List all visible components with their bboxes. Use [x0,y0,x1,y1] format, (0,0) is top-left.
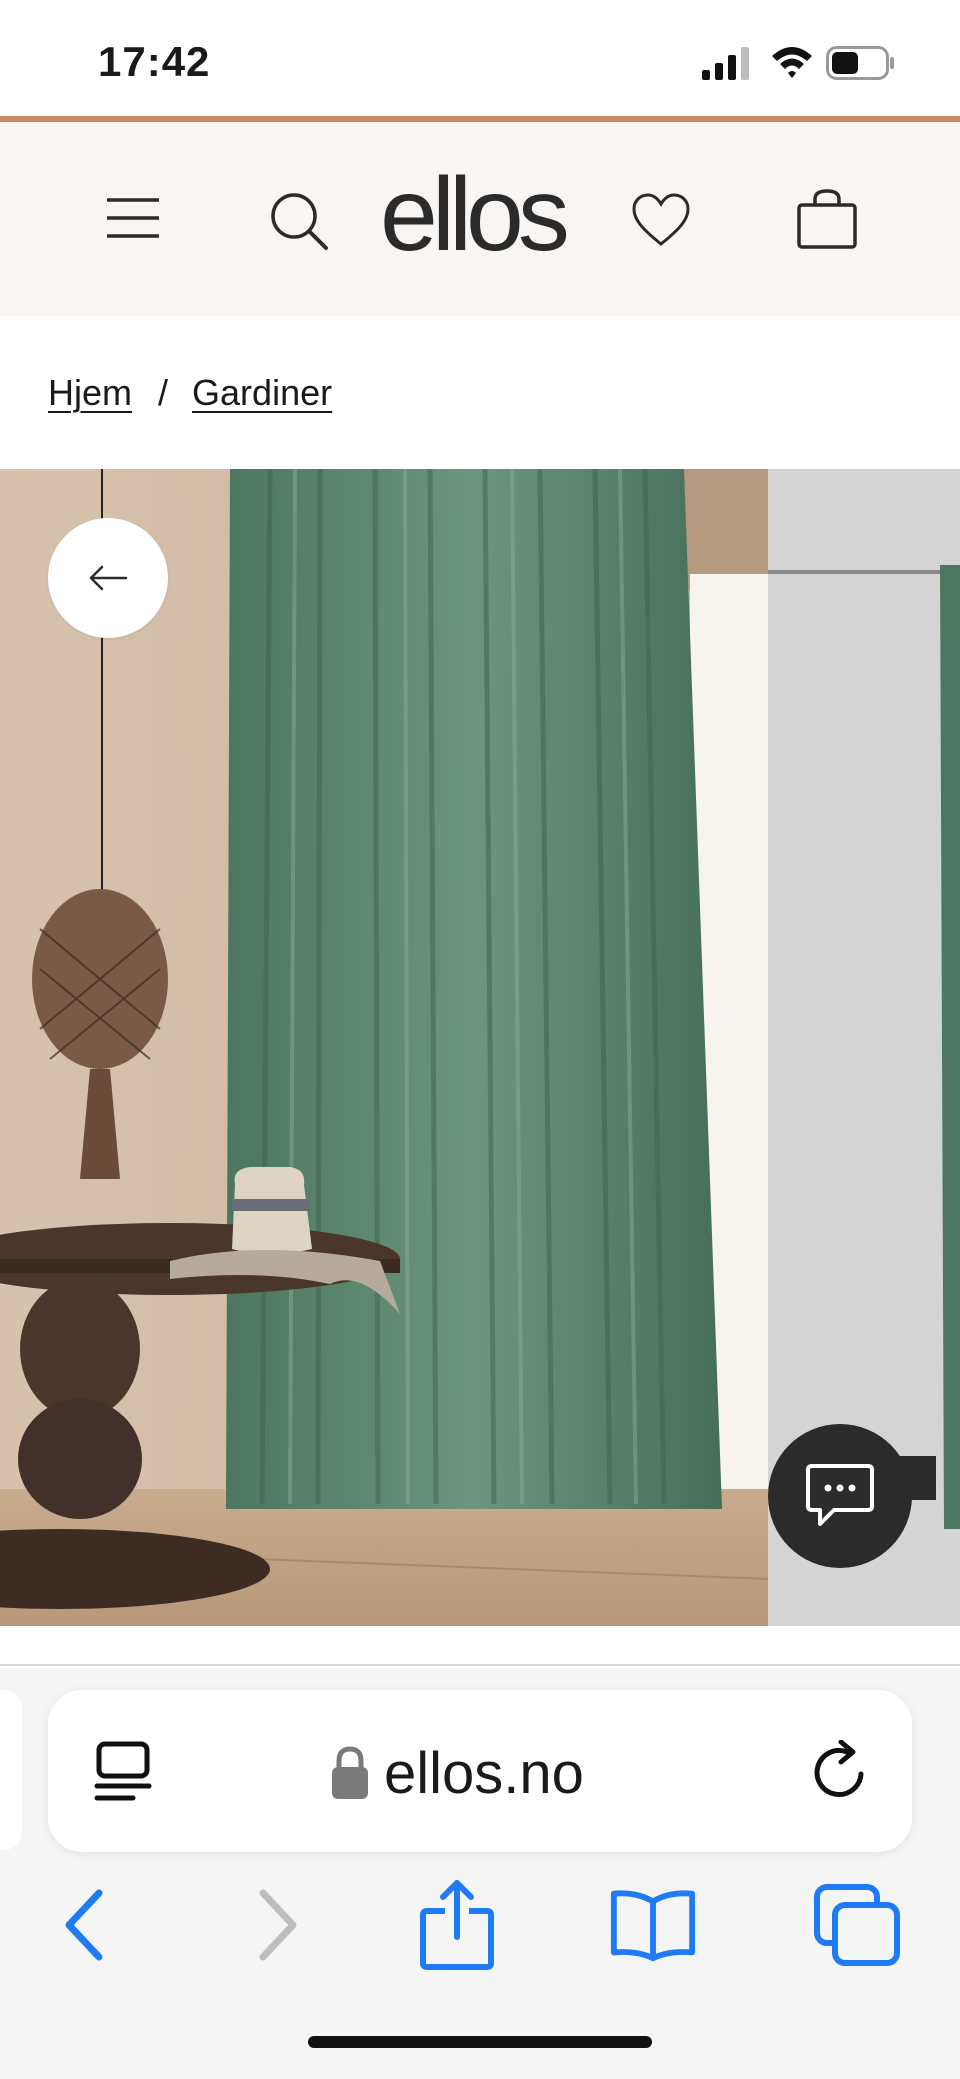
wifi-icon [772,47,812,78]
share-icon [420,1880,494,1970]
cellular-signal-icon [702,47,749,80]
back-chevron-icon [65,1889,103,1961]
tabs-button[interactable] [812,1880,902,1970]
bookmarks-icon [610,1890,696,1962]
breadcrumb-category-link[interactable]: Gardiner [192,372,332,414]
home-indicator[interactable] [308,2036,652,2048]
reload-icon [814,1740,864,1797]
page-settings-icon [94,1741,152,1801]
menu-button[interactable] [100,188,166,248]
breadcrumb-separator: / [158,372,169,413]
heart-icon [632,193,690,246]
bookmarks-button[interactable] [608,1880,698,1970]
product-image [0,469,768,1626]
chat-bubble-icon [806,1464,874,1526]
search-button[interactable] [266,188,332,254]
previous-image-button[interactable] [48,518,168,638]
chat-button[interactable] [768,1424,912,1568]
breadcrumb-home-link[interactable]: Hjem [48,372,132,414]
hamburger-icon [107,198,159,238]
reload-button[interactable] [808,1738,874,1804]
back-button[interactable] [40,1880,130,1970]
forward-button[interactable] [232,1880,322,1970]
site-logo[interactable]: ellos [380,160,580,270]
cart-button[interactable] [794,186,860,252]
forward-chevron-icon [259,1889,297,1961]
tabs-icon [814,1884,900,1966]
wishlist-button[interactable] [628,188,694,252]
page-menu-button[interactable] [90,1738,156,1804]
shopping-bag-icon [797,189,857,249]
url-display[interactable]: ellos.no [330,1740,584,1806]
content-divider [0,1664,960,1666]
share-button[interactable] [412,1880,502,1970]
url-text: ellos.no [384,1740,584,1806]
battery-icon [826,46,894,80]
lock-icon [332,1746,368,1799]
adjacent-tab-preview[interactable] [0,1690,22,1850]
arrow-left-icon [89,565,128,591]
status-time: 17:42 [98,38,211,85]
search-icon [271,193,328,250]
breadcrumb: Hjem / Gardiner [48,368,332,418]
